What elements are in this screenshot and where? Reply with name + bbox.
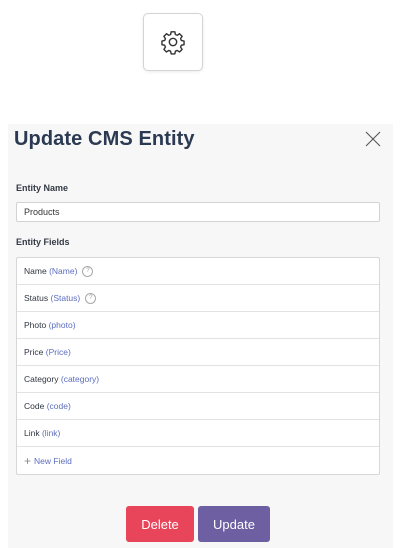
help-icon[interactable]: ? [82, 265, 94, 277]
field-label: Code [24, 401, 45, 411]
field-label: Photo [24, 320, 47, 330]
update-entity-modal: Update CMS Entity Entity Name Entity Fie… [8, 124, 393, 548]
field-api-name: (code) [46, 401, 71, 411]
modal-header: Update CMS Entity [8, 124, 393, 159]
field-row[interactable]: Status (Status)? [17, 285, 379, 312]
entity-fields-list: Name (Name)? Status (Status)? Photo (photo… [16, 257, 380, 475]
field-row[interactable]: Photo (photo) [17, 312, 379, 339]
field-row[interactable]: Category (category) [17, 366, 379, 393]
help-icon[interactable]: ? [85, 292, 97, 304]
field-row[interactable]: Name (Name)? [17, 258, 379, 285]
field-api-name: (link) [41, 428, 61, 438]
field-row[interactable]: Code (code) [17, 393, 379, 420]
close-button[interactable] [363, 129, 383, 149]
field-row[interactable]: Price (Price) [17, 339, 379, 366]
field-api-name: (Price) [45, 347, 71, 357]
new-field-label: New Field [34, 455, 72, 466]
delete-button[interactable]: Delete [126, 506, 194, 542]
field-row[interactable]: Link (link) [17, 420, 379, 447]
field-label: Category [24, 374, 59, 384]
field-label: Price [24, 347, 44, 357]
entity-name-label: Entity Name [16, 183, 69, 193]
field-label: Status [24, 293, 49, 303]
plus-icon: + [24, 453, 32, 468]
new-field-button[interactable]: + New Field [17, 447, 379, 474]
entity-fields-label: Entity Fields [16, 237, 70, 247]
field-label: Link [24, 428, 40, 438]
entity-name-input[interactable] [16, 202, 380, 222]
field-api-name: (Name) [49, 266, 78, 276]
modal-title: Update CMS Entity [14, 128, 195, 150]
field-api-name: (category) [60, 374, 100, 384]
close-icon [365, 131, 381, 147]
update-button[interactable]: Update [198, 506, 270, 542]
field-api-name: (Status) [50, 293, 81, 303]
settings-button[interactable] [143, 13, 203, 71]
gear-icon [161, 31, 185, 55]
field-label: Name [24, 266, 47, 276]
field-api-name: (photo) [48, 320, 76, 330]
